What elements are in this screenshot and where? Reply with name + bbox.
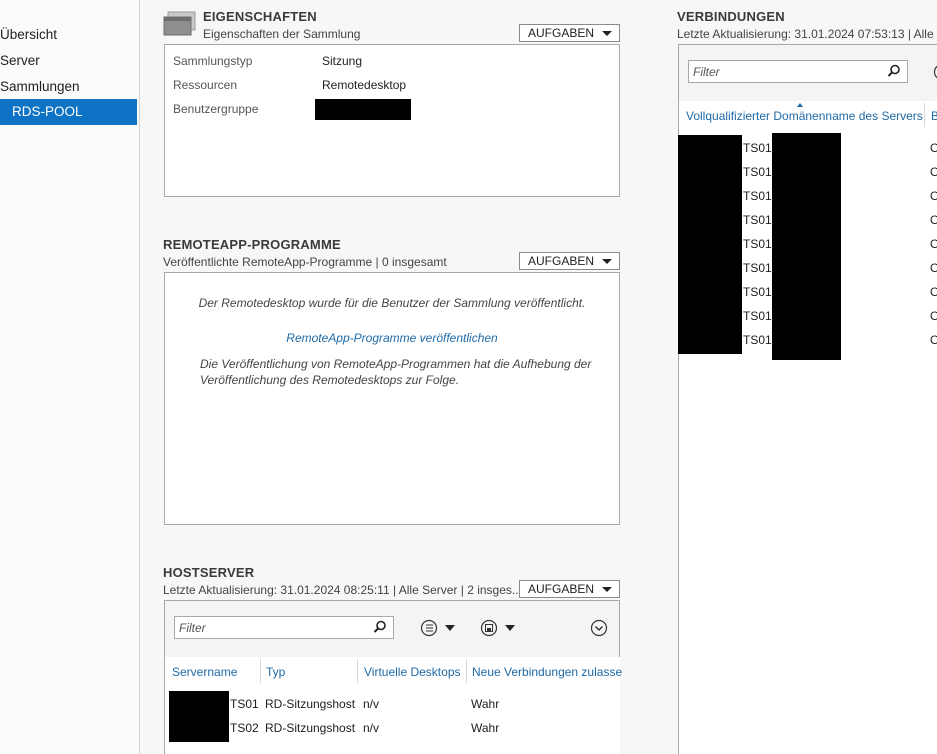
expand-icon[interactable] (590, 619, 608, 640)
chevron-down-icon (602, 587, 612, 592)
tasks-label: AUFGABEN (528, 254, 595, 268)
cell-b: O (930, 141, 937, 155)
cell-b: O (930, 213, 937, 227)
column-header-b[interactable]: B (931, 109, 937, 123)
sort-ascending-icon (797, 103, 803, 107)
filter-placeholder: Filter (693, 65, 720, 79)
cell-servername: TS02 (230, 721, 259, 735)
cell-fqdn: TS01. (743, 261, 776, 275)
column-separator[interactable] (260, 659, 261, 683)
connections-table: Vollqualifizierter Domänenname des Serve… (678, 101, 937, 754)
properties-panel: Sammlungstyp Sitzung Ressourcen Remotede… (164, 44, 620, 197)
cell-b: O (930, 237, 937, 251)
hostserver-panel: Filter Servername Typ Virtuelle Desktops… (164, 600, 622, 754)
cell-typ: RD-Sitzungshost (265, 721, 356, 735)
remoteapp-title: REMOTEAPP-PROGRAMME (163, 237, 341, 252)
sidebar-item-rds-pool[interactable]: RDS-POOL (0, 99, 137, 125)
prop-value-sammlungstyp: Sitzung (322, 54, 363, 68)
properties-icon (163, 11, 197, 40)
connections-panel: Filter Vollqualifizierter Domänenname de… (678, 44, 937, 754)
redacted-prefix-column (678, 135, 742, 354)
connections-subtitle: Letzte Aktualisierung: 31.01.2024 07:53:… (677, 27, 937, 41)
filter-placeholder: Filter (179, 621, 206, 635)
cell-fqdn: TS01. (743, 309, 776, 323)
redacted-domain-column (772, 133, 841, 360)
connections-filter-input[interactable]: Filter (688, 60, 908, 83)
cell-fqdn: TS01. (743, 141, 776, 155)
redacted-user-group (315, 99, 411, 120)
chevron-down-icon (602, 259, 612, 264)
cell-b: O (930, 333, 937, 347)
cell-b: O (930, 261, 937, 275)
prop-label-sammlungstyp: Sammlungstyp (173, 54, 253, 68)
remoteapp-panel: Der Remotedesktop wurde für die Benutzer… (164, 272, 620, 525)
connections-title: VERBINDUNGEN (677, 9, 785, 24)
cell-b: O (930, 309, 937, 323)
prop-value-ressourcen: Remotedesktop (322, 78, 407, 92)
cell-fqdn: TS01. (743, 285, 776, 299)
remoteapp-tasks-button[interactable]: AUFGABEN (519, 252, 620, 270)
cell-fqdn: TS01. (743, 237, 776, 251)
cell-b: O (930, 285, 937, 299)
cell-fqdn: TS01. (743, 213, 776, 227)
cell-virtuelle-desktops: n/v (363, 697, 380, 711)
tasks-label: AUFGABEN (528, 26, 595, 40)
cell-servername: TS01 (230, 697, 259, 711)
column-separator[interactable] (924, 103, 925, 127)
column-separator[interactable] (466, 659, 467, 683)
column-header-servername[interactable]: Servername (172, 665, 237, 679)
list-view-icon[interactable] (933, 63, 937, 84)
column-header-virtuelle-desktops[interactable]: Virtuelle Desktops (364, 665, 461, 679)
search-icon[interactable] (373, 620, 387, 637)
properties-title: EIGENSCHAFTEN (203, 9, 317, 24)
publish-remoteapp-link[interactable]: RemoteApp-Programme veröffentlichen (165, 331, 619, 345)
cell-fqdn: TS01. (743, 333, 776, 347)
column-separator[interactable] (357, 659, 358, 683)
cell-neue-verbindungen: Wahr (471, 721, 500, 735)
remoteapp-info-text: Der Remotedesktop wurde für die Benutzer… (198, 296, 586, 310)
list-view-icon[interactable] (420, 619, 460, 640)
hostserver-filter-input[interactable]: Filter (174, 616, 394, 639)
properties-tasks-button[interactable]: AUFGABEN (519, 24, 620, 42)
cell-virtuelle-desktops: n/v (363, 721, 380, 735)
save-query-icon[interactable] (480, 619, 520, 640)
remoteapp-subtitle: Veröffentlichte RemoteApp-Programme | 0 … (163, 255, 447, 269)
hostserver-subtitle: Letzte Aktualisierung: 31.01.2024 08:25:… (163, 583, 522, 597)
column-header-typ[interactable]: Typ (266, 665, 285, 679)
prop-label-ressourcen: Ressourcen (173, 78, 238, 92)
column-header-neue-verbindungen[interactable]: Neue Verbindungen zulasse (472, 665, 622, 679)
cell-b: O (930, 165, 937, 179)
hostserver-title: HOSTSERVER (163, 565, 255, 580)
sidebar-item-uebersicht[interactable]: Übersicht (0, 22, 137, 48)
cell-fqdn: TS01. (743, 189, 776, 203)
cell-b: O (930, 189, 937, 203)
prop-label-benutzergruppe: Benutzergruppe (173, 102, 259, 116)
redacted-server-prefix (169, 691, 229, 742)
chevron-down-icon (602, 31, 612, 36)
hostserver-tasks-button[interactable]: AUFGABEN (519, 580, 620, 598)
tasks-label: AUFGABEN (528, 582, 595, 596)
sidebar-item-server[interactable]: Server (0, 48, 137, 74)
cell-typ: RD-Sitzungshost (265, 697, 356, 711)
search-icon[interactable] (887, 64, 901, 81)
cell-neue-verbindungen: Wahr (471, 697, 500, 711)
remoteapp-note-line1: Die Veröffentlichung von RemoteApp-Progr… (200, 357, 592, 371)
sidebar-item-sammlungen[interactable]: Sammlungen (0, 74, 137, 100)
properties-subtitle: Eigenschaften der Sammlung (203, 27, 361, 41)
cell-fqdn: TS01. (743, 165, 776, 179)
column-header-fqdn[interactable]: Vollqualifizierter Domänenname des Serve… (686, 109, 923, 123)
sidebar: Übersicht Server Sammlungen RDS-POOL (0, 0, 140, 754)
remoteapp-note-line2: Veröffentlichung des Remotedesktops zur … (200, 373, 460, 387)
hostserver-table: Servername Typ Virtuelle Desktops Neue V… (165, 657, 622, 754)
